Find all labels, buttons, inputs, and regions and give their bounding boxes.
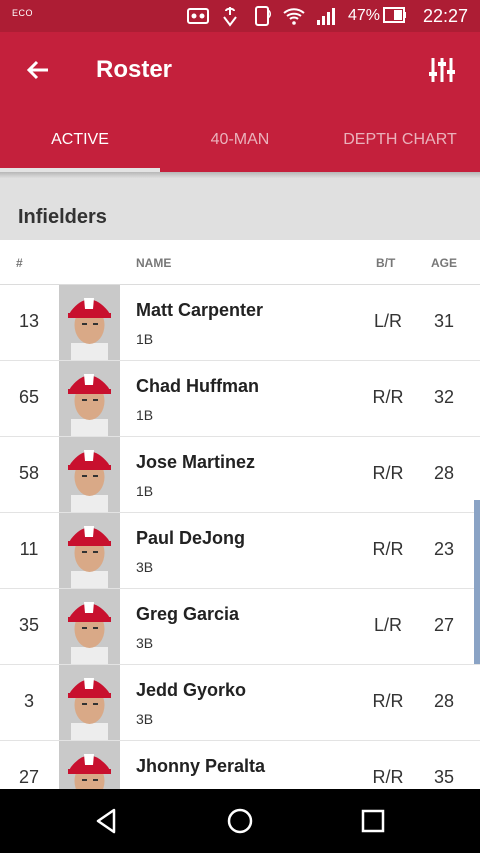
back-triangle-icon[interactable] [91, 805, 123, 837]
signal-icon [317, 8, 335, 25]
player-row[interactable]: 65 Chad Huffman 1B R/R 32 [0, 361, 480, 437]
player-age: 28 [433, 691, 455, 711]
player-age: 32 [433, 387, 455, 407]
player-photo [59, 361, 120, 436]
tab-bar: ACTIVE 40-MAN DEPTH CHART [0, 108, 480, 172]
player-row[interactable]: 11 Paul DeJong 3B R/R 23 [0, 513, 480, 589]
column-number: # [16, 256, 23, 270]
nfc-icon [255, 6, 271, 26]
player-position: 3B [136, 635, 154, 651]
status-bar: ECO 47% 22:27 [0, 0, 480, 32]
clock: 22:27 [422, 6, 468, 26]
player-age: 28 [433, 463, 455, 483]
player-row[interactable]: 35 Greg Garcia 3B L/R 27 [0, 589, 480, 665]
player-position: 3B [136, 559, 154, 575]
eco-label: ECO [12, 8, 34, 18]
player-name: Greg Garcia [136, 604, 240, 624]
player-bt: R/R [372, 539, 404, 559]
vr-icon [187, 8, 209, 24]
tab-active[interactable]: ACTIVE [0, 108, 160, 172]
player-age: 27 [433, 615, 455, 635]
player-position: 1B [136, 483, 154, 499]
player-number: 65 [18, 387, 40, 407]
player-name: Jose Martinez [136, 452, 256, 472]
player-row[interactable]: 3 Jedd Gyorko 3B R/R 28 [0, 665, 480, 741]
recents-square-icon[interactable] [357, 805, 389, 837]
player-bt: L/R [373, 615, 402, 635]
player-name: Chad Huffman [136, 376, 259, 396]
player-number: 35 [18, 615, 40, 635]
player-age: 23 [433, 539, 455, 559]
player-name: Matt Carpenter [136, 300, 264, 320]
touch-icon [223, 7, 237, 27]
section-header: Infielders [0, 178, 480, 240]
player-photo [59, 285, 120, 360]
player-photo [59, 437, 120, 512]
player-number: 3 [23, 691, 34, 711]
wifi-icon [283, 8, 305, 25]
player-list: 13 Matt Carpenter 1B L/R 31 65 Chad Huff… [0, 285, 480, 789]
player-age: 31 [433, 311, 455, 331]
player-number: 58 [18, 463, 40, 483]
arrow-left-icon[interactable] [22, 54, 54, 86]
column-header: # NAME B/T AGE [0, 240, 480, 285]
player-position: 1B [136, 407, 154, 423]
battery-icon [383, 7, 406, 23]
page-title: Roster [96, 56, 173, 83]
player-age: 35 [433, 767, 455, 787]
column-age[interactable]: AGE [431, 256, 457, 270]
column-bt[interactable]: B/T [376, 256, 395, 270]
player-position: 3B [136, 711, 154, 727]
system-nav-bar [0, 789, 480, 853]
tab-40-man[interactable]: 40-MAN [160, 108, 320, 172]
player-row[interactable]: 58 Jose Martinez 1B R/R 28 [0, 437, 480, 513]
player-number: 13 [18, 311, 40, 331]
battery-percent: 47% [348, 7, 381, 24]
player-number: 27 [18, 767, 40, 787]
player-bt: L/R [373, 311, 402, 331]
player-row[interactable]: 13 Matt Carpenter 1B L/R 31 [0, 285, 480, 361]
player-position: 1B [136, 331, 154, 347]
app-bar: Roster [0, 32, 480, 108]
scrollbar[interactable] [474, 500, 480, 664]
section-title: Infielders [18, 206, 107, 228]
player-bt: R/R [372, 767, 404, 787]
player-photo [59, 665, 120, 740]
player-bt: R/R [372, 463, 404, 483]
player-bt: R/R [372, 387, 404, 407]
tab-depth-chart[interactable]: DEPTH CHART [320, 108, 480, 172]
player-photo [59, 513, 120, 588]
player-name: Jhonny Peralta [136, 756, 266, 776]
player-name: Jedd Gyorko [136, 680, 247, 700]
player-number: 11 [19, 539, 39, 559]
player-name: Paul DeJong [136, 528, 246, 548]
column-name[interactable]: NAME [136, 256, 171, 270]
sliders-icon[interactable] [426, 54, 458, 86]
player-bt: R/R [372, 691, 404, 711]
player-row[interactable]: 27 Jhonny Peralta 3B R/R 35 [0, 741, 480, 789]
player-photo [59, 741, 120, 789]
player-photo [59, 589, 120, 664]
home-circle-icon[interactable] [224, 805, 256, 837]
